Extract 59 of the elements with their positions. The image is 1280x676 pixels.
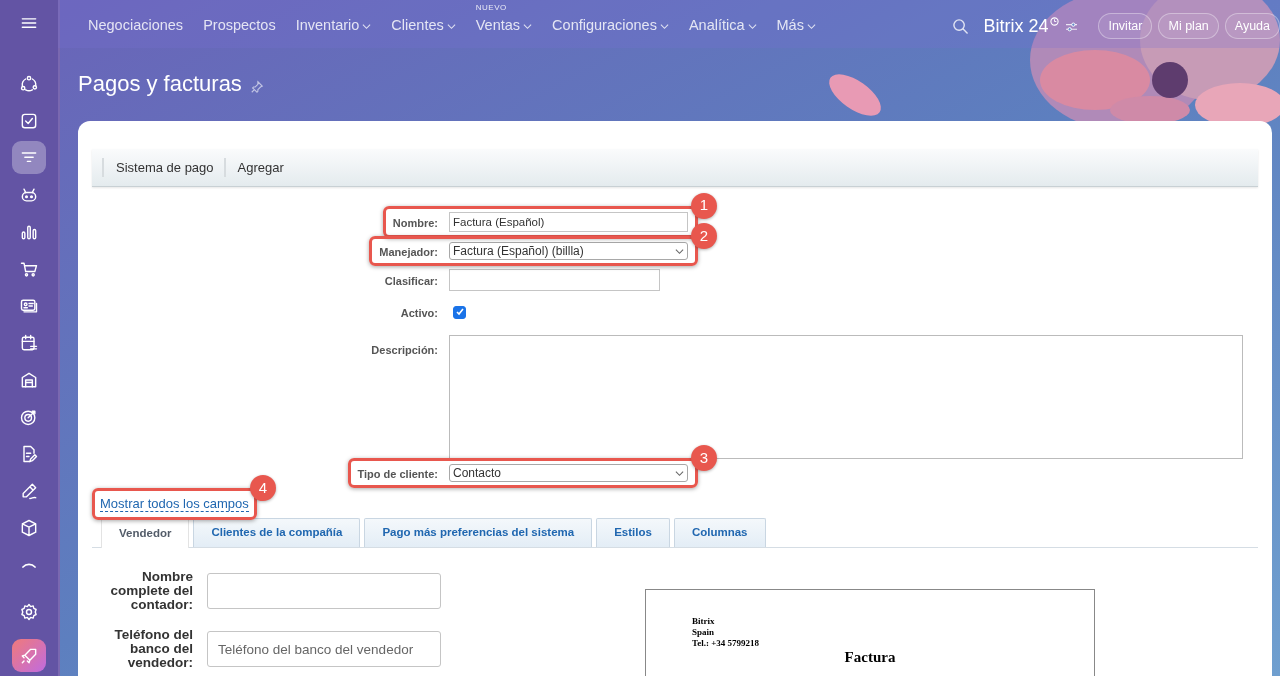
dropdown[interactable]: Factura (Español) (billla) [449, 242, 688, 260]
tab[interactable]: Columnas [673, 518, 766, 547]
sidebar-button[interactable] [12, 639, 46, 673]
nav-link[interactable]: Ventas [475, 15, 521, 37]
nodes-icon [19, 73, 39, 94]
field-label: Tipo de cliente: [357, 468, 438, 480]
nav-link[interactable]: Configuraciones [552, 15, 657, 37]
field-label: Descripción: [371, 344, 438, 356]
field-label: Nombre: [392, 216, 438, 229]
invoice-text: Bitrix [692, 616, 716, 627]
callout-number: 2 [691, 223, 717, 249]
header-button[interactable]: Ayuda [1224, 12, 1280, 40]
header-button[interactable]: Invitar [1098, 12, 1153, 40]
new-label: NUEVO [475, 2, 507, 15]
toolbar-button[interactable]: Sistema de pago [102, 157, 224, 178]
invoice-text: Spain [692, 627, 716, 638]
nav-link[interactable]: Analítica [688, 15, 745, 37]
sidebar-button[interactable] [12, 141, 46, 175]
nav-link[interactable]: Negociaciones [88, 15, 184, 37]
sliders-icon[interactable] [1065, 20, 1079, 32]
callout-number: 1 [691, 192, 717, 219]
page-title: Pagos y facturas [78, 71, 242, 98]
checkbox[interactable] [453, 305, 466, 319]
caret-icon [675, 468, 684, 478]
show-all-fields-link[interactable]: Mostrar todos los campos [100, 496, 249, 512]
tab[interactable]: Vendedor [101, 518, 190, 548]
nav-link[interactable]: Clientes [391, 15, 444, 37]
box-icon [19, 518, 39, 539]
callout-number: 4 [249, 475, 276, 501]
callout-number: 3 [691, 445, 717, 471]
invoice-text: Tel.: +34 5799218 [692, 638, 761, 649]
nav-link[interactable]: Inventario [295, 15, 360, 37]
header-button[interactable]: Mi plan [1158, 12, 1219, 40]
arc-icon [22, 562, 36, 569]
invoice-title: Factura [843, 649, 897, 666]
search-icon[interactable] [952, 17, 970, 35]
toolbar-button[interactable]: Agregar [223, 157, 294, 178]
settings-icon [19, 602, 39, 623]
logo[interactable]: Bitrix 24 [983, 12, 1049, 40]
nav-link[interactable]: Más [776, 15, 804, 37]
tab[interactable]: Pago más preferencias del sistema [364, 518, 593, 547]
tab[interactable]: Clientes de la compañía [193, 518, 361, 547]
nav-link[interactable]: Prospectos [203, 15, 276, 37]
field-label: Activo: [400, 307, 438, 319]
caret-icon [675, 246, 684, 256]
tab[interactable]: Estilos [596, 518, 670, 547]
pen-icon [19, 481, 39, 502]
text-field[interactable]: Teléfono del banco del vendedor [207, 631, 441, 667]
text-field[interactable]: Factura (Español) [449, 211, 688, 232]
target-icon [19, 407, 39, 428]
dropdown[interactable]: Contacto [449, 464, 688, 482]
field-label: Clasificar: [384, 275, 438, 287]
field-label: Teléfono del banco del vendedor: [113, 628, 194, 670]
field-label: Manejador: [379, 246, 438, 258]
pin-icon[interactable] [249, 79, 264, 94]
clock-icon [1050, 16, 1060, 26]
text-field[interactable] [207, 573, 441, 609]
text-field[interactable] [449, 269, 660, 291]
field-label: Nombre complete del contador: [109, 570, 194, 612]
